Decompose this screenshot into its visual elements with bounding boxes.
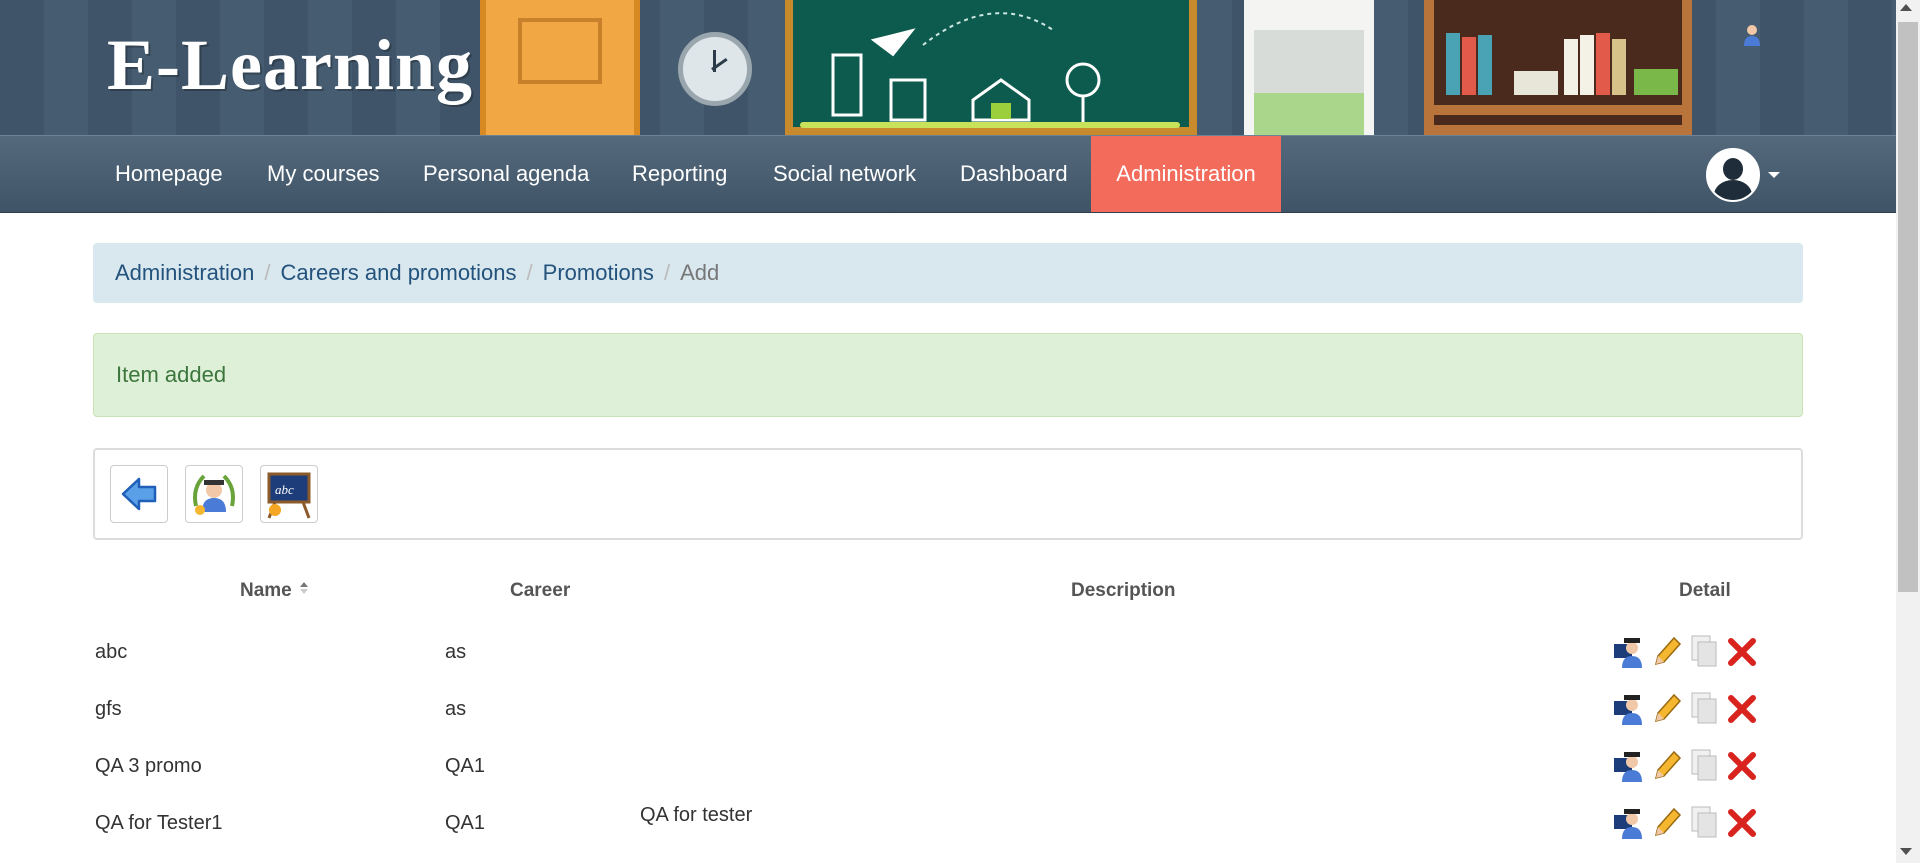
poster-landscape [1254, 30, 1364, 135]
breadcrumb-separator: / [526, 260, 533, 285]
row-actions [1612, 748, 1762, 784]
row-career: as [445, 641, 467, 663]
subscribe-sessions-icon[interactable] [1612, 805, 1644, 839]
delete-icon[interactable] [1726, 691, 1758, 725]
edit-pencil-icon[interactable] [1650, 691, 1682, 725]
delete-icon[interactable] [1726, 634, 1758, 668]
chalkboard-drawing [831, 12, 1101, 124]
success-alert: Item added [93, 333, 1803, 417]
chalk-ground-line [800, 122, 1180, 128]
nav-administration[interactable]: Administration [1091, 136, 1281, 212]
svg-text:abc: abc [275, 482, 294, 497]
breadcrumb-administration[interactable]: Administration [115, 260, 254, 285]
column-header-description[interactable]: Description [1071, 580, 1176, 602]
scrollbar-thumb[interactable] [1898, 22, 1918, 592]
row-name: QA for Tester1 [95, 812, 223, 834]
scroll-down-arrow-icon[interactable] [1900, 848, 1912, 855]
edit-pencil-icon[interactable] [1650, 805, 1682, 839]
row-actions [1612, 805, 1762, 841]
subscribe-sessions-icon[interactable] [1612, 634, 1644, 668]
nav-homepage[interactable]: Homepage [93, 136, 245, 212]
edit-pencil-icon[interactable] [1650, 748, 1682, 782]
copy-icon[interactable] [1688, 805, 1720, 839]
nav-reporting[interactable]: Reporting [610, 136, 749, 212]
careers-icon [193, 474, 235, 515]
actions-toolbar: abc [93, 448, 1803, 540]
nav-my-courses[interactable]: My courses [245, 136, 401, 212]
copy-icon[interactable] [1688, 634, 1720, 668]
banner-chalkboard-illustration [785, 0, 1197, 135]
user-avatar[interactable] [1706, 148, 1760, 202]
scroll-up-arrow-icon[interactable] [1900, 4, 1912, 11]
breadcrumb-current: Add [680, 260, 720, 285]
nav-social-network[interactable]: Social network [751, 136, 938, 212]
chevron-down-icon[interactable] [1768, 172, 1780, 178]
row-description: QA for tester [640, 804, 753, 826]
row-name: gfs [95, 698, 122, 720]
book [1612, 39, 1626, 95]
row-name: abc [95, 641, 128, 663]
nav-dashboard[interactable]: Dashboard [938, 136, 1090, 212]
subscribe-sessions-icon[interactable] [1612, 748, 1644, 782]
column-header-detail: Detail [1679, 580, 1731, 601]
column-header-name-label: Name [240, 580, 292, 601]
book [1446, 33, 1460, 95]
header-banner: E-Learning [0, 0, 1896, 135]
delete-icon[interactable] [1726, 805, 1758, 839]
book [1514, 71, 1558, 95]
site-logo[interactable]: E-Learning [107, 24, 473, 107]
column-header-career[interactable]: Career [510, 580, 570, 602]
book [1564, 39, 1578, 95]
row-actions [1612, 691, 1762, 727]
shelf-board [1424, 105, 1692, 115]
careers-button[interactable] [185, 465, 243, 523]
row-career: QA1 [445, 755, 486, 777]
delete-icon[interactable] [1726, 748, 1758, 782]
book [1634, 69, 1678, 95]
book [1596, 33, 1610, 95]
main-navbar: Homepage My courses Personal agenda Repo… [0, 135, 1896, 213]
row-actions [1612, 634, 1762, 670]
breadcrumb-separator: / [264, 260, 271, 285]
nav-personal-agenda[interactable]: Personal agenda [401, 136, 611, 212]
book [1478, 35, 1492, 95]
row-name: QA 3 promo [95, 755, 202, 777]
breadcrumb-careers-and-promotions[interactable]: Careers and promotions [281, 260, 517, 285]
user-icon [1744, 25, 1760, 46]
row-career: as [445, 698, 467, 720]
book [1580, 35, 1594, 95]
copy-icon[interactable] [1688, 691, 1720, 725]
back-button[interactable] [110, 465, 168, 523]
column-header-name[interactable]: Name [240, 580, 310, 602]
banner-door-panel [518, 18, 602, 84]
breadcrumb-promotions[interactable]: Promotions [543, 260, 654, 285]
avatar-head [1723, 158, 1743, 180]
back-arrow-icon [121, 477, 157, 511]
subscribe-sessions-icon[interactable] [1612, 691, 1644, 725]
copy-icon[interactable] [1688, 748, 1720, 782]
edit-pencil-icon[interactable] [1650, 634, 1682, 668]
avatar-body [1714, 180, 1752, 200]
row-career: QA1 [445, 812, 486, 834]
promotions-icon: abc [267, 472, 311, 519]
sort-icon [299, 582, 308, 594]
breadcrumb: Administration / Careers and promotions / Pr… [93, 243, 1803, 303]
book [1462, 37, 1476, 95]
breadcrumb-separator: / [663, 260, 671, 285]
promotions-button[interactable]: abc [260, 465, 318, 523]
